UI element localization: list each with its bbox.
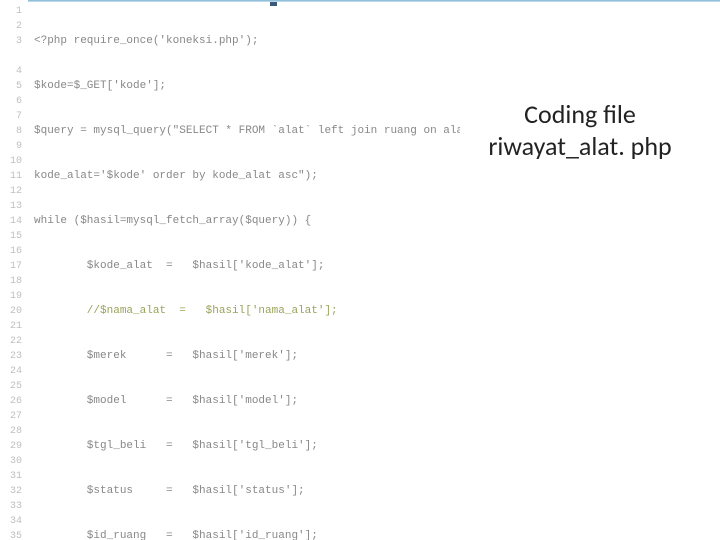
line-number: 16 <box>0 244 22 259</box>
line-number <box>0 49 22 64</box>
line-number: 3 <box>0 34 22 49</box>
line-number: 14 <box>0 214 22 229</box>
line-number: 15 <box>0 229 22 244</box>
line-number: 21 <box>0 319 22 334</box>
line-number: 33 <box>0 499 22 514</box>
line-number: 12 <box>0 184 22 199</box>
code-line: $tgl_beli = $hasil['tgl_beli']; <box>34 439 720 454</box>
caption-line: riwayat_alat. php <box>488 130 671 162</box>
line-number: 5 <box>0 79 22 94</box>
line-number: 24 <box>0 364 22 379</box>
line-number: 19 <box>0 289 22 304</box>
line-number: 23 <box>0 349 22 364</box>
caption-line: Coding file <box>524 98 636 130</box>
line-number: 27 <box>0 409 22 424</box>
line-number: 28 <box>0 424 22 439</box>
line-number: 10 <box>0 154 22 169</box>
code-line: $status = $hasil['status']; <box>34 484 720 499</box>
line-number: 2 <box>0 19 22 34</box>
line-number: 26 <box>0 394 22 409</box>
line-number: 20 <box>0 304 22 319</box>
line-number: 35 <box>0 529 22 540</box>
line-number: 1 <box>0 4 22 19</box>
code-editor: 1 2 3 4 5 6 7 8 9 10 11 12 13 14 15 16 1… <box>0 0 720 540</box>
line-number-gutter: 1 2 3 4 5 6 7 8 9 10 11 12 13 14 15 16 1… <box>0 0 28 540</box>
line-number: 30 <box>0 454 22 469</box>
line-number: 32 <box>0 484 22 499</box>
code-line: kode_alat='$kode' order by kode_alat asc… <box>34 169 720 184</box>
code-line: while ($hasil=mysql_fetch_array($query))… <box>34 214 720 229</box>
line-number: 4 <box>0 64 22 79</box>
line-number: 25 <box>0 379 22 394</box>
line-number: 11 <box>0 169 22 184</box>
line-number: 18 <box>0 274 22 289</box>
code-line: //$nama_alat = $hasil['nama_alat']; <box>34 304 720 319</box>
line-number: 8 <box>0 124 22 139</box>
code-line: $merek = $hasil['merek']; <box>34 349 720 364</box>
line-number: 22 <box>0 334 22 349</box>
code-line: $id_ruang = $hasil['id_ruang']; <box>34 529 720 540</box>
code-line: $model = $hasil['model']; <box>34 394 720 409</box>
line-number: 17 <box>0 259 22 274</box>
code-area[interactable]: <?php require_once('koneksi.php'); $kode… <box>28 0 720 540</box>
line-number: 9 <box>0 139 22 154</box>
code-line: <?php require_once('koneksi.php'); <box>34 34 720 49</box>
line-number: 31 <box>0 469 22 484</box>
line-number: 29 <box>0 439 22 454</box>
slide-caption: Coding file riwayat_alat. php <box>460 90 700 170</box>
line-number: 7 <box>0 109 22 124</box>
line-number: 34 <box>0 514 22 529</box>
line-number: 6 <box>0 94 22 109</box>
code-line: $kode_alat = $hasil['kode_alat']; <box>34 259 720 274</box>
line-number: 13 <box>0 199 22 214</box>
